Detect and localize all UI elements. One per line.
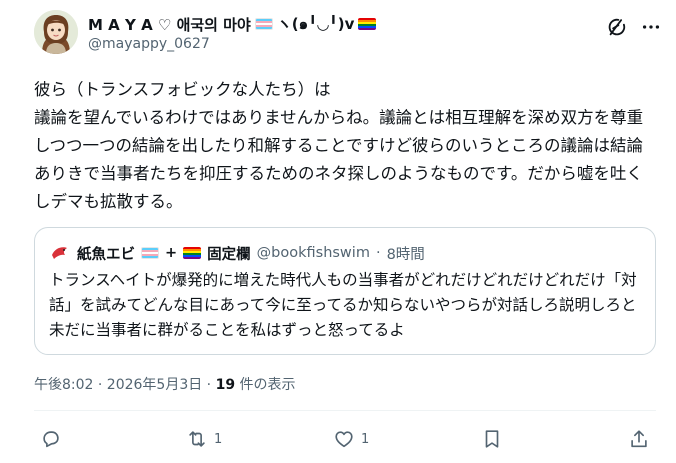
retweet-count: 1 <box>214 431 223 447</box>
reply-icon <box>43 431 59 448</box>
rainbow-flag-icon <box>358 18 377 30</box>
avatar-illustration <box>34 10 78 54</box>
grok-icon[interactable] <box>606 16 628 38</box>
bookmark-button[interactable] <box>481 428 503 450</box>
retweet-button[interactable]: 1 <box>186 428 222 450</box>
quoted-time: 8時間 <box>386 246 425 263</box>
views-label: 件の表示 <box>239 377 296 393</box>
bookmark-icon <box>485 430 499 448</box>
quoted-author-handle: @bookfishswim <box>256 245 370 261</box>
author-name-text: M A Y A ♡ 애국의 마야 <box>88 15 251 34</box>
quoted-separator: · <box>375 245 381 261</box>
rainbow-flag-icon <box>183 247 202 259</box>
like-count: 1 <box>361 431 370 447</box>
author-name[interactable]: M A Y A ♡ 애국의 마야 ヽ(๑╹◡╹)v <box>88 12 377 36</box>
quoted-post-text: トランスヘイトが爆発的に増えた時代人もの当事者がどれだけどれだけどれだけ「対話」… <box>49 271 637 339</box>
quoted-author-name-suffix: 固定欄 <box>207 246 251 263</box>
quoted-author-plus: + <box>165 245 178 261</box>
like-icon <box>335 431 353 448</box>
quoted-author-name: 紙魚エビ <box>77 246 135 263</box>
more-icon[interactable] <box>640 16 662 38</box>
quoted-post-header: 紙魚エビ + 固定欄 @bookfishswim · 8時間 <box>49 242 425 264</box>
divider <box>34 410 656 411</box>
post-timestamp[interactable]: 午後8:02 · 2026年5月3日 · <box>34 377 211 393</box>
author-handle[interactable]: @mayappy_0627 <box>88 36 210 52</box>
like-button[interactable]: 1 <box>333 428 369 450</box>
retweet-icon <box>189 431 205 447</box>
quoted-author-avatar[interactable] <box>49 242 71 264</box>
author-name-kaomoji: ヽ(๑╹◡╹)v <box>276 15 355 33</box>
post-meta: 午後8:02 · 2026年5月3日 · 19 件の表示 <box>34 374 296 394</box>
trans-flag-icon <box>254 18 273 30</box>
share-button[interactable] <box>628 428 650 450</box>
views-count: 19 <box>215 377 236 393</box>
author-avatar[interactable] <box>34 10 78 54</box>
trans-flag-icon <box>141 247 159 259</box>
reply-button[interactable] <box>40 428 62 450</box>
post-text: 彼ら（トランスフォビックな人たち）は 議論を望んでいるわけではありませんからね。… <box>34 80 644 211</box>
quoted-post[interactable]: 紙魚エビ + 固定欄 @bookfishswim · 8時間 トランスヘイトが爆… <box>34 227 656 355</box>
share-icon <box>631 430 647 448</box>
